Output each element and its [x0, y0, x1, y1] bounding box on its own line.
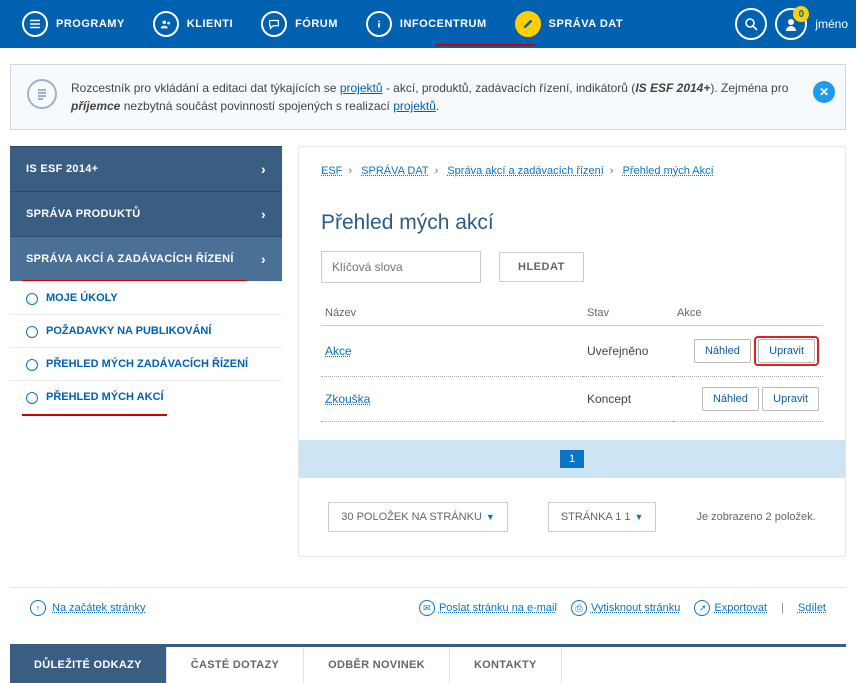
nav-sprava-dat[interactable]: SPRÁVA DAT: [501, 0, 637, 48]
edit-button[interactable]: Upravit: [758, 339, 815, 363]
chat-icon: [261, 11, 287, 37]
page-title: Přehled mých akcí: [299, 183, 845, 251]
pager-controls: 30 POLOŽEK NA STRÁNKU▼ STRÁNKA 1 1▼ Je z…: [299, 478, 845, 556]
nav-infocentrum[interactable]: INFOCENTRUM: [352, 0, 501, 48]
bc-prehled[interactable]: Přehled mých Akcí: [623, 165, 714, 177]
share-link[interactable]: Sdílet: [798, 602, 826, 614]
search-input[interactable]: [321, 251, 481, 283]
results-table: Název Stav Akce Akce Uveřejněno Náhled U…: [321, 301, 823, 422]
caret-down-icon: ▼: [486, 512, 495, 522]
bottom-tabs: DŮLEŽITÉ ODKAZY ČASTÉ DOTAZY ODBĚR NOVIN…: [10, 644, 846, 683]
people-icon: [153, 11, 179, 37]
annotation-underline: [435, 44, 535, 46]
nav-label: PROGRAMY: [56, 18, 125, 30]
search-icon: [743, 16, 759, 32]
pencil-icon: [515, 11, 541, 37]
annotation-highlight: Upravit: [754, 336, 819, 366]
sidebar-item-pozadavky[interactable]: POŽADAVKY NA PUBLIKOVÁNÍ: [10, 314, 282, 347]
document-icon: [27, 79, 57, 109]
close-banner-button[interactable]: ✕: [813, 81, 835, 103]
info-icon: [366, 11, 392, 37]
sidebar-group-isesf[interactable]: IS ESF 2014+ ›: [10, 147, 282, 191]
info-banner: Rozcestník pro vkládání a editaci dat tý…: [10, 64, 846, 130]
notification-badge: 0: [793, 6, 809, 22]
user-icon: 0: [775, 8, 807, 40]
edit-button[interactable]: Upravit: [762, 387, 819, 411]
nav-label: INFOCENTRUM: [400, 18, 487, 30]
sidebar-item-label: POŽADAVKY NA PUBLIKOVÁNÍ: [46, 325, 211, 337]
close-icon: ✕: [819, 83, 829, 101]
nav-forum[interactable]: FÓRUM: [247, 0, 352, 48]
sidebar-item-rizeni[interactable]: PŘEHLED MÝCH ZADÁVACÍCH ŘÍZENÍ: [10, 347, 282, 380]
banner-link-projektu[interactable]: projektů: [340, 81, 383, 95]
chevron-right-icon: ›: [261, 206, 266, 222]
row-name-link[interactable]: Zkouška: [325, 392, 370, 406]
sidebar-submenu: MOJE ÚKOLY POŽADAVKY NA PUBLIKOVÁNÍ PŘEH…: [10, 281, 282, 413]
page-dropdown[interactable]: STRÁNKA 1 1▼: [548, 502, 657, 532]
tab-dotazy[interactable]: ČASTÉ DOTAZY: [167, 647, 304, 683]
page-number-current[interactable]: 1: [560, 450, 584, 468]
user-menu[interactable]: 0 jméno: [775, 8, 848, 40]
user-name: jméno: [815, 17, 848, 31]
sidebar-group-produkty[interactable]: SPRÁVA PRODUKTŮ ›: [10, 192, 282, 236]
nav-label: KLIENTI: [187, 18, 233, 30]
sidebar: IS ESF 2014+ › SPRÁVA PRODUKTŮ › SPRÁVA …: [10, 146, 282, 557]
print-link[interactable]: Vytisknout stránku: [591, 602, 680, 614]
bc-sprava[interactable]: SPRÁVA DAT: [361, 165, 428, 177]
print-icon: ⎙: [571, 600, 587, 616]
nav-klienti[interactable]: KLIENTI: [139, 0, 247, 48]
table-row: Akce Uveřejněno Náhled Upravit: [321, 326, 823, 377]
email-link[interactable]: Poslat stránku na e-mail: [439, 602, 557, 614]
row-stav: Koncept: [583, 377, 673, 422]
main-panel: ESF› SPRÁVA DAT› Správa akcí a zadávacíc…: [298, 146, 846, 557]
sidebar-group-label: SPRÁVA AKCÍ A ZADÁVACÍCH ŘÍZENÍ: [26, 253, 234, 265]
nav-label: FÓRUM: [295, 18, 338, 30]
banner-text: Rozcestník pro vkládání a editaci dat tý…: [71, 81, 788, 113]
bc-rizeni[interactable]: Správa akcí a zadávacích řízení: [447, 165, 604, 177]
mail-icon: ✉: [419, 600, 435, 616]
pager-summary: Je zobrazeno 2 položek.: [696, 511, 815, 523]
row-name-link[interactable]: Akce: [325, 344, 352, 358]
sidebar-item-akce[interactable]: PŘEHLED MÝCH AKCÍ: [10, 380, 282, 413]
export-icon: ↗: [694, 600, 710, 616]
table-row: Zkouška Koncept Náhled Upravit: [321, 377, 823, 422]
search-button[interactable]: [735, 8, 767, 40]
list-icon: [22, 11, 48, 37]
bc-esf[interactable]: ESF: [321, 165, 342, 177]
per-page-dropdown[interactable]: 30 POLOŽEK NA STRÁNKU▼: [328, 502, 508, 532]
breadcrumb: ESF› SPRÁVA DAT› Správa akcí a zadávacíc…: [299, 147, 845, 183]
col-nazev: Název: [321, 301, 583, 326]
sidebar-item-ukoly[interactable]: MOJE ÚKOLY: [10, 281, 282, 314]
tab-kontakty[interactable]: KONTAKTY: [450, 647, 562, 683]
sidebar-group-akce[interactable]: SPRÁVA AKCÍ A ZADÁVACÍCH ŘÍZENÍ ›: [10, 237, 282, 281]
row-stav: Uveřejněno: [583, 326, 673, 377]
banner-link-projektu2[interactable]: projektů: [393, 99, 436, 113]
preview-button[interactable]: Náhled: [702, 387, 759, 411]
tab-novinek[interactable]: ODBĚR NOVINEK: [304, 647, 450, 683]
chevron-right-icon: ›: [261, 161, 266, 177]
chevron-right-icon: ›: [261, 251, 266, 267]
footer-links: ↑ Na začátek stránky ✉ Poslat stránku na …: [10, 587, 846, 628]
sidebar-group-label: IS ESF 2014+: [26, 163, 98, 175]
col-akce: Akce: [673, 301, 823, 326]
nav-programy[interactable]: PROGRAMY: [8, 0, 139, 48]
annotation-underline: [22, 414, 167, 416]
sidebar-group-label: SPRÁVA PRODUKTŮ: [26, 208, 141, 220]
sidebar-item-label: PŘEHLED MÝCH ZADÁVACÍCH ŘÍZENÍ: [46, 358, 248, 370]
preview-button[interactable]: Náhled: [694, 339, 751, 363]
search-button[interactable]: HLEDAT: [499, 252, 584, 282]
sidebar-item-label: MOJE ÚKOLY: [46, 292, 118, 304]
export-link[interactable]: Exportovat: [714, 602, 767, 614]
nav-label: SPRÁVA DAT: [549, 18, 623, 30]
pagination-bar: 1: [299, 440, 845, 478]
sidebar-item-label: PŘEHLED MÝCH AKCÍ: [46, 391, 164, 403]
tab-odkazy[interactable]: DŮLEŽITÉ ODKAZY: [10, 647, 167, 683]
back-to-top-link[interactable]: Na začátek stránky: [52, 602, 146, 614]
col-stav: Stav: [583, 301, 673, 326]
arrow-up-icon: ↑: [30, 600, 46, 616]
top-nav: PROGRAMY KLIENTI FÓRUM INFOCENTRUM SPRÁV…: [0, 0, 856, 48]
caret-down-icon: ▼: [635, 512, 644, 522]
